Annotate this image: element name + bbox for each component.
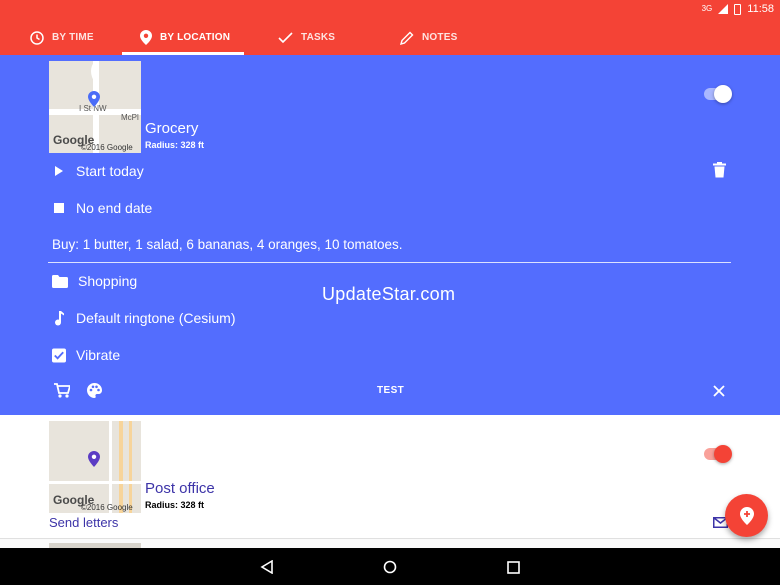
cart-icon[interactable] <box>54 383 70 398</box>
reminder-card-grocery[interactable]: I St NW McPl Google ©2016 Google Grocery… <box>0 55 780 415</box>
close-icon[interactable] <box>713 385 725 397</box>
status-bar: 3G 11:58 <box>0 0 780 20</box>
reminder-card-peek[interactable] <box>0 538 780 549</box>
add-location-icon <box>739 506 754 525</box>
delete-icon[interactable] <box>713 162 726 178</box>
card-divider <box>48 262 731 263</box>
reminder-card-post-office[interactable]: Google ©2016 Google Post office Radius: … <box>0 415 780 538</box>
map-road-curve <box>91 61 99 83</box>
reminder-summary: Buy: 1 butter, 1 salad, 6 bananas, 4 ora… <box>52 234 403 254</box>
reminder-radius-2: Radius: 328 ft <box>145 500 205 510</box>
add-location-reminder-button[interactable] <box>725 494 768 537</box>
test-button[interactable]: TEST <box>377 385 404 396</box>
start-label: Start today <box>76 163 144 179</box>
tab-by-time-label: BY TIME <box>52 32 94 43</box>
map-copyright-2: ©2016 Google <box>81 503 133 512</box>
home-icon <box>383 560 397 574</box>
clock-icon <box>30 30 44 45</box>
location-pin-icon <box>140 30 152 45</box>
signal-label: 3G <box>701 4 713 13</box>
tab-tasks-label: TASKS <box>301 32 336 43</box>
tab-by-location[interactable]: BY LOCATION <box>140 20 230 55</box>
reminder-radius: Radius: 328 ft <box>145 140 205 150</box>
clock-time: 11:58 <box>747 3 774 15</box>
map-marker-icon-2 <box>88 451 100 467</box>
map-marker-icon <box>88 91 100 107</box>
reminder-summary-2: Send letters <box>49 515 119 530</box>
play-icon <box>55 166 63 176</box>
map-thumbnail-2[interactable]: Google ©2016 Google <box>49 421 141 513</box>
reminder-enable-toggle-2[interactable] <box>704 445 732 463</box>
pencil-icon <box>400 31 414 45</box>
nav-home-button[interactable] <box>380 557 400 577</box>
ringtone-row[interactable]: Default ringtone (Cesium) <box>52 308 236 328</box>
watermark-text: UpdateStar.com <box>322 284 456 304</box>
tab-by-time[interactable]: BY TIME <box>30 20 94 55</box>
battery-icon <box>734 3 742 15</box>
tab-by-location-label: BY LOCATION <box>160 32 231 43</box>
nav-recents-button[interactable] <box>503 557 523 577</box>
signal-icon <box>718 4 729 14</box>
category-row[interactable]: Shopping <box>52 271 137 291</box>
map-copyright: ©2016 Google <box>81 143 133 152</box>
start-row[interactable]: Start today <box>52 161 144 181</box>
recents-icon <box>506 560 520 574</box>
end-row[interactable]: No end date <box>52 198 152 218</box>
checkbox-checked-icon[interactable] <box>52 348 66 363</box>
reminder-title: Grocery <box>145 120 199 137</box>
reminder-title-2: Post office <box>145 480 215 497</box>
tab-tasks[interactable]: TASKS <box>278 20 335 55</box>
category-label: Shopping <box>78 273 138 289</box>
tab-notes-label: NOTES <box>422 32 458 43</box>
music-note-icon <box>55 310 64 325</box>
vibrate-row[interactable]: Vibrate <box>52 345 120 365</box>
map-street-label-2: McPl <box>121 113 139 122</box>
folder-icon <box>52 274 68 288</box>
tab-notes[interactable]: NOTES <box>400 20 457 55</box>
nav-back-button[interactable] <box>257 557 277 577</box>
end-label: No end date <box>76 200 153 216</box>
system-nav-bar <box>0 548 780 585</box>
stop-icon <box>54 203 64 213</box>
vibrate-label: Vibrate <box>76 347 121 363</box>
palette-icon[interactable] <box>87 383 102 398</box>
ringtone-label: Default ringtone (Cesium) <box>76 310 236 326</box>
check-icon <box>278 31 293 43</box>
back-icon <box>260 560 273 574</box>
reminder-enable-toggle[interactable] <box>704 85 732 103</box>
map-thumbnail[interactable]: I St NW McPl Google ©2016 Google <box>49 61 141 153</box>
tab-bar: BY TIME BY LOCATION TASKS NOTES <box>0 20 780 55</box>
summary-text: Buy: 1 butter, 1 salad, 6 bananas, 4 ora… <box>52 236 403 252</box>
